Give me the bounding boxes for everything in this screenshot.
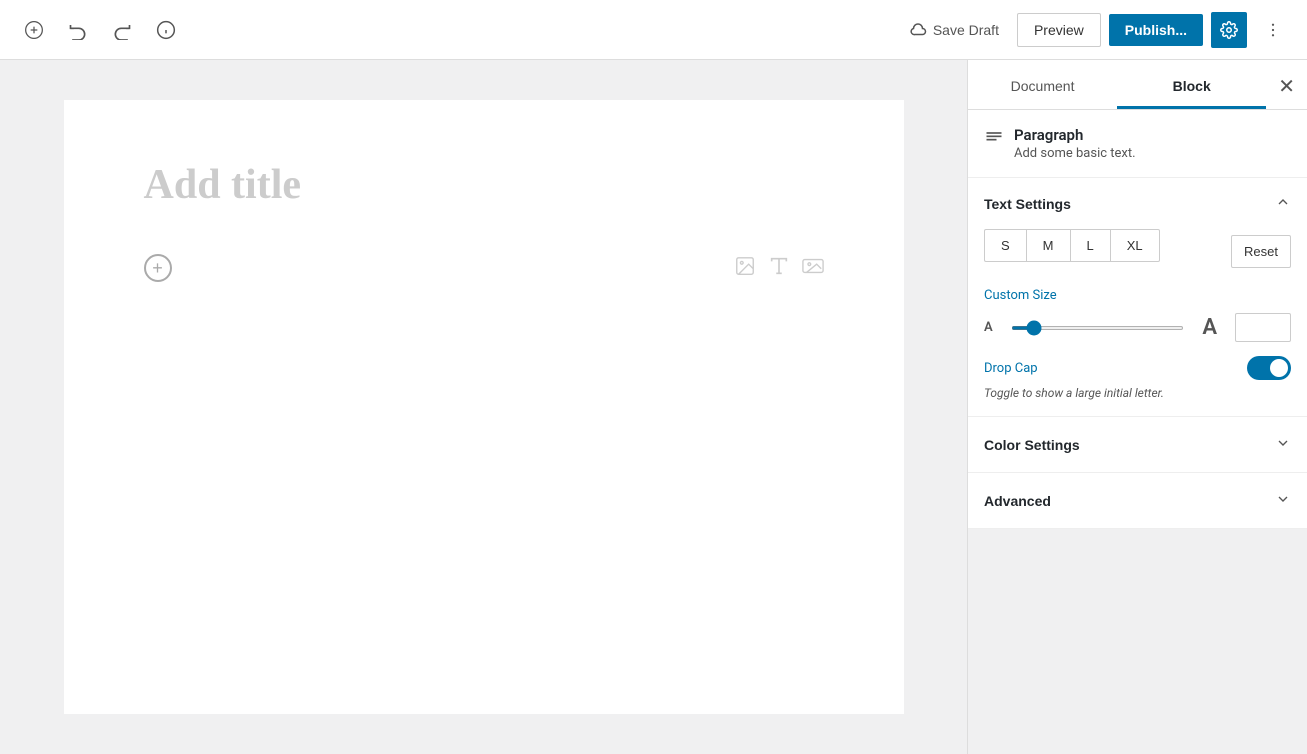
add-block-button[interactable]: +	[144, 254, 172, 282]
block-info-text: Paragraph Add some basic text.	[1014, 126, 1136, 161]
font-size-slider-row: A A	[984, 313, 1291, 342]
text-settings-toggle[interactable]: Text Settings	[968, 178, 1307, 229]
size-l-button[interactable]: L	[1070, 229, 1110, 262]
block-toolbar-icons	[734, 255, 824, 281]
drop-cap-label: Drop Cap	[984, 361, 1038, 376]
settings-button[interactable]	[1211, 12, 1247, 48]
undo-button[interactable]	[60, 12, 96, 48]
font-size-large-label: A	[1202, 315, 1217, 340]
size-s-button[interactable]: S	[984, 229, 1026, 262]
advanced-toggle[interactable]: Advanced	[968, 473, 1307, 528]
info-button[interactable]	[148, 12, 184, 48]
font-size-slider[interactable]	[1011, 326, 1185, 330]
text-settings-title: Text Settings	[984, 196, 1071, 212]
size-buttons: S M L XL	[984, 229, 1160, 262]
advanced-panel: Advanced	[968, 473, 1307, 529]
sidebar-tabs: Document Block ✕	[968, 60, 1307, 110]
toolbar-left	[16, 12, 184, 48]
tab-block[interactable]: Block	[1117, 64, 1266, 109]
toolbar: Save Draft Preview Publish...	[0, 0, 1307, 60]
publish-button[interactable]: Publish...	[1109, 14, 1203, 46]
block-name: Paragraph	[1014, 126, 1136, 144]
add-block-toolbar-button[interactable]	[16, 12, 52, 48]
save-draft-label: Save Draft	[933, 22, 999, 38]
title-placeholder[interactable]: Add title	[144, 160, 824, 210]
reset-button[interactable]: Reset	[1231, 235, 1291, 268]
editor-area: Add title +	[0, 60, 967, 754]
color-settings-toggle[interactable]: Color Settings	[968, 417, 1307, 472]
block-info: Paragraph Add some basic text.	[968, 110, 1307, 178]
drop-cap-row: Drop Cap	[984, 356, 1291, 380]
advanced-title: Advanced	[984, 493, 1051, 509]
preview-button[interactable]: Preview	[1017, 13, 1101, 47]
save-draft-button[interactable]: Save Draft	[899, 15, 1009, 45]
drop-cap-description: Toggle to show a large initial letter.	[984, 386, 1291, 400]
wide-image-icon[interactable]	[802, 255, 824, 281]
size-row: S M L XL Reset	[984, 229, 1291, 274]
text-format-icon[interactable]	[768, 255, 790, 281]
close-sidebar-button[interactable]: ✕	[1266, 64, 1307, 109]
text-settings-chevron	[1275, 194, 1291, 213]
drop-cap-toggle[interactable]	[1247, 356, 1291, 380]
text-settings-panel: Text Settings S M L XL Reset	[968, 178, 1307, 417]
sidebar-bottom-area	[968, 529, 1307, 754]
color-settings-chevron-icon	[1275, 435, 1291, 454]
block-row: +	[144, 250, 824, 286]
color-settings-title: Color Settings	[984, 437, 1080, 453]
advanced-chevron-icon	[1275, 491, 1291, 510]
size-m-button[interactable]: M	[1026, 229, 1070, 262]
size-xl-button[interactable]: XL	[1110, 229, 1160, 262]
font-size-input[interactable]	[1235, 313, 1291, 342]
paragraph-icon	[984, 128, 1004, 152]
more-options-button[interactable]	[1255, 12, 1291, 48]
main-layout: Add title +	[0, 60, 1307, 754]
editor-canvas: Add title +	[64, 100, 904, 714]
font-size-small-label: A	[984, 320, 993, 335]
custom-size-label: Custom Size	[984, 288, 1291, 303]
tab-document[interactable]: Document	[968, 64, 1117, 109]
sidebar: Document Block ✕ Paragraph Add some basi…	[967, 60, 1307, 754]
color-settings-panel: Color Settings	[968, 417, 1307, 473]
block-description: Add some basic text.	[1014, 146, 1136, 161]
toolbar-right: Save Draft Preview Publish...	[899, 12, 1291, 48]
text-settings-body: S M L XL Reset Custom Size A A	[968, 229, 1307, 416]
redo-button[interactable]	[104, 12, 140, 48]
image-icon[interactable]	[734, 255, 756, 281]
